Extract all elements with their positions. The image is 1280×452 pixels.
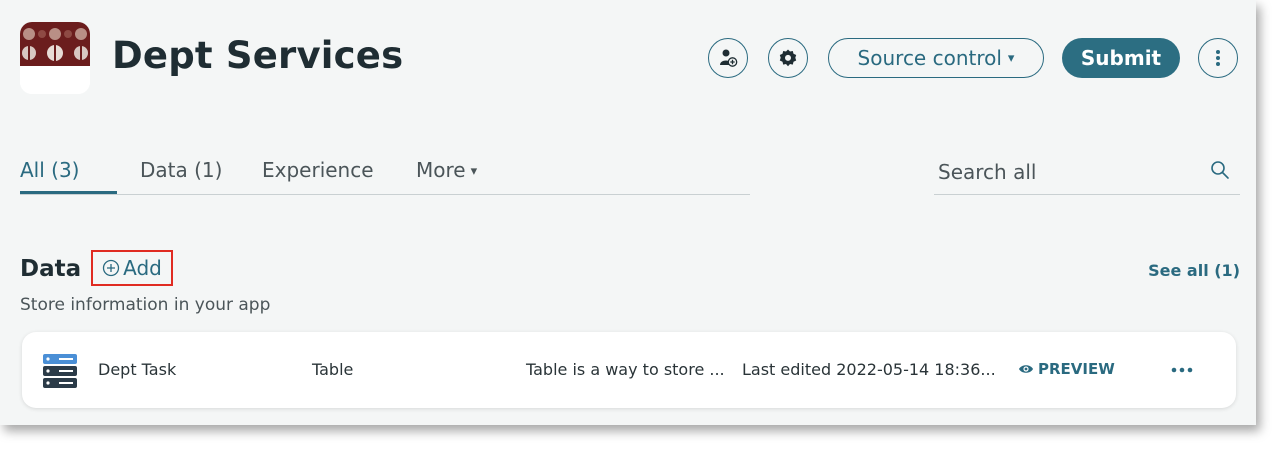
chevron-down-icon: ▾ (1007, 50, 1015, 66)
search-box (934, 158, 1240, 195)
preview-button[interactable]: PREVIEW (1018, 360, 1115, 378)
section-subtitle: Store information in your app (20, 295, 271, 315)
eye-icon (1019, 365, 1033, 373)
horizontal-ellipsis-icon[interactable] (1170, 358, 1194, 382)
add-data-button[interactable]: Add (91, 250, 173, 286)
list-item[interactable]: Dept Task Table Table is a way to store … (22, 332, 1236, 408)
add-data-label: Add (123, 256, 162, 280)
more-options-button[interactable] (1198, 38, 1238, 78)
app-title: Dept Services (112, 34, 404, 77)
tab-all[interactable]: All (3) (20, 158, 79, 182)
see-all-link[interactable]: See all (1) (1148, 261, 1240, 280)
vertical-ellipsis-icon (1216, 50, 1220, 66)
tab-data-label: Data (1) (140, 158, 223, 182)
person-plus-icon (720, 49, 738, 67)
row-type: Table (312, 360, 354, 379)
tab-more[interactable]: More ▾ (416, 158, 477, 182)
tab-experience-label: Experience (262, 158, 374, 182)
active-tab-indicator (20, 191, 117, 194)
preview-label: PREVIEW (1038, 360, 1115, 378)
search-input[interactable] (938, 158, 1188, 186)
source-control-dropdown[interactable]: Source control ▾ (828, 38, 1044, 78)
source-control-label: Source control (857, 46, 1002, 70)
chevron-down-icon: ▾ (470, 164, 478, 179)
settings-button[interactable] (768, 38, 808, 78)
row-description: Table is a way to store ... (526, 360, 725, 379)
plus-circle-icon (102, 259, 120, 277)
add-collaborator-button[interactable] (708, 38, 748, 78)
dept-logo-pattern-icon (20, 22, 90, 94)
table-icon (43, 354, 77, 392)
row-name: Dept Task (98, 360, 177, 379)
section-title: Data (20, 256, 82, 282)
gear-icon (779, 49, 797, 67)
tab-experience[interactable]: Experience (262, 158, 374, 182)
app-workspace: Dept Services Source control ▾ Submit Al… (0, 0, 1256, 425)
tab-data[interactable]: Data (1) (140, 158, 222, 182)
submit-button[interactable]: Submit (1062, 38, 1180, 78)
search-icon[interactable] (1210, 160, 1230, 184)
tab-bar: All (3) Data (1) Experience More ▾ (20, 158, 750, 195)
tab-all-label: All (3) (20, 158, 80, 182)
app-logo (20, 22, 90, 94)
row-last-edited: Last edited 2022-05-14 18:36... (742, 360, 996, 379)
tab-more-label: More (416, 158, 466, 182)
